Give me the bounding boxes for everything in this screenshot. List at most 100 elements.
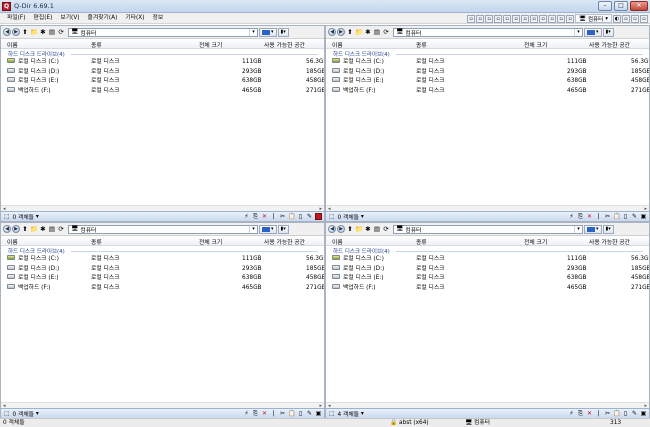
pane-menu-button[interactable]: ▮▾ <box>602 27 614 37</box>
group-header[interactable]: 하드 디스크 드라이브(4) <box>326 247 649 255</box>
col-type[interactable]: 종류 <box>91 237 102 246</box>
new-folder-icon[interactable]: ✱ <box>39 225 47 233</box>
pane-options-icon[interactable]: ▣ <box>315 410 322 417</box>
delete-icon[interactable]: ✕ <box>586 213 593 220</box>
layout-10-icon[interactable]: ▫ <box>548 14 557 23</box>
chevron-down-icon[interactable]: ▾ <box>249 28 257 36</box>
forward-icon[interactable]: ▶ <box>12 225 20 233</box>
col-total[interactable]: 전체 크기 <box>199 237 222 246</box>
filter-icon[interactable]: ⚡ <box>568 410 575 417</box>
refresh-icon[interactable]: ⟳ <box>382 225 390 233</box>
maximize-button[interactable]: □ <box>614 1 628 11</box>
filter-icon[interactable]: ⚡ <box>243 213 250 220</box>
col-total[interactable]: 전체 크기 <box>199 40 222 49</box>
group-header[interactable]: 하드 디스크 드라이브(4) <box>1 247 324 255</box>
chevron-down-icon[interactable]: ▾ <box>34 214 39 220</box>
table-row[interactable]: 로컬 디스크 (C:) 로컬 디스크 111GB 56.3GB <box>1 255 324 265</box>
edit-icon[interactable]: ✎ <box>631 410 638 417</box>
layout-9-icon[interactable]: ▫ <box>539 14 548 23</box>
chevron-down-icon[interactable]: ▾ <box>359 214 364 220</box>
pane-options-icon[interactable]: ▣ <box>640 213 647 220</box>
table-row[interactable]: 로컬 디스크 (D:) 로컬 디스크 293GB 185GB <box>1 67 324 78</box>
paste-icon[interactable]: 📋 <box>613 410 620 417</box>
col-name[interactable]: 이름 <box>332 40 343 49</box>
layout-3-icon[interactable]: ▫ <box>485 14 494 23</box>
group-header[interactable]: 하드 디스크 드라이브(4) <box>1 50 324 58</box>
menu-view[interactable]: 보기(V) <box>56 13 83 24</box>
table-row[interactable]: 로컬 디스크 (D:) 로컬 디스크 293GB 185GB <box>1 264 324 275</box>
extra-2-icon[interactable]: ▫ <box>631 14 639 23</box>
chevron-down-icon[interactable]: ▾ <box>34 411 39 417</box>
menu-favorites[interactable]: 즐겨찾기(A) <box>84 13 122 24</box>
col-name[interactable]: 이름 <box>7 40 18 49</box>
refresh-icon[interactable]: ⟳ <box>382 28 390 36</box>
table-row[interactable]: 로컬 디스크 (D:) 로컬 디스크 293GB 185GB <box>326 67 649 78</box>
layout-4-icon[interactable]: ▫ <box>494 14 503 23</box>
table-row[interactable]: 로컬 디스크 (C:) 로컬 디스크 111GB 56.3GB <box>326 255 649 265</box>
col-total[interactable]: 전체 크기 <box>524 40 547 49</box>
view-toggle-button[interactable]: ▾ <box>584 27 602 37</box>
menu-file[interactable]: 파일(F) <box>3 13 30 24</box>
copy-icon[interactable]: ⎘ <box>252 213 259 220</box>
layout-2-icon[interactable]: ▫ <box>476 14 485 23</box>
minimize-button[interactable]: – <box>598 1 612 11</box>
up-folder-icon[interactable]: ⬆ <box>21 28 29 36</box>
delete-icon[interactable]: ✕ <box>586 410 593 417</box>
layout-7-icon[interactable]: ▫ <box>521 14 530 23</box>
edit-icon[interactable]: ✎ <box>306 213 313 220</box>
cut-icon[interactable]: ✂ <box>279 410 286 417</box>
col-type[interactable]: 종류 <box>91 40 102 49</box>
paste-icon[interactable]: 📋 <box>613 213 620 220</box>
layout-12-icon[interactable]: ▫ <box>566 14 575 23</box>
address-bar[interactable]: 🖥 컴퓨터 ▾ <box>68 224 258 234</box>
layout-1-icon[interactable]: ▫ <box>467 14 476 23</box>
view-toggle-button[interactable]: ▾ <box>259 224 277 234</box>
file-icon[interactable]: ▯ <box>622 213 629 220</box>
folder-icon[interactable]: 📁 <box>355 225 363 233</box>
table-row[interactable]: 백업하드 (F:) 로컬 디스크 465GB 271GB <box>326 86 649 97</box>
layout-8-icon[interactable]: ▫ <box>530 14 539 23</box>
up-folder-icon[interactable]: ⬆ <box>21 225 29 233</box>
folder-icon[interactable]: 📁 <box>30 28 38 36</box>
file-icon[interactable]: ▯ <box>622 410 629 417</box>
back-icon[interactable]: ◀ <box>328 225 336 233</box>
group-header[interactable]: 하드 디스크 드라이브(4) <box>326 50 649 58</box>
table-row[interactable]: 백업하드 (F:) 로컬 디스크 465GB 271GB <box>326 283 649 294</box>
address-bar[interactable]: 🖥 컴퓨터 ▾ <box>393 224 583 234</box>
col-free[interactable]: 사용 가능한 공간 <box>589 237 630 246</box>
forward-icon[interactable]: ▶ <box>337 225 345 233</box>
copy-icon[interactable]: ⎘ <box>252 410 259 417</box>
forward-icon[interactable]: ▶ <box>337 28 345 36</box>
folder-icon[interactable]: 📁 <box>355 28 363 36</box>
new-folder-icon[interactable]: ✱ <box>364 28 372 36</box>
col-free[interactable]: 사용 가능한 공간 <box>589 40 630 49</box>
menu-extras[interactable]: 기타(X) <box>121 13 148 24</box>
view-mode-icon[interactable]: ▤ <box>373 28 381 36</box>
up-folder-icon[interactable]: ⬆ <box>346 225 354 233</box>
chevron-down-icon[interactable]: ▾ <box>574 28 582 36</box>
refresh-icon[interactable]: ⟳ <box>57 225 65 233</box>
col-name[interactable]: 이름 <box>332 237 343 246</box>
folder-icon[interactable]: 📁 <box>30 225 38 233</box>
address-bar[interactable]: 🖥 컴퓨터 ▾ <box>68 27 258 37</box>
extra-3-icon[interactable]: ▫ <box>640 14 648 23</box>
edit-icon[interactable]: ✎ <box>631 213 638 220</box>
close-button[interactable]: ✕ <box>630 1 648 11</box>
table-row[interactable]: 백업하드 (F:) 로컬 디스크 465GB 271GB <box>1 283 324 294</box>
col-name[interactable]: 이름 <box>7 237 18 246</box>
view-mode-icon[interactable]: ▤ <box>48 28 56 36</box>
chevron-down-icon[interactable]: ▾ <box>574 225 582 233</box>
view-mode-icon[interactable]: ▤ <box>373 225 381 233</box>
layout-6-icon[interactable]: ▫ <box>512 14 521 23</box>
theme-icon[interactable]: ◐ <box>613 14 621 23</box>
file-icon[interactable]: ▯ <box>297 410 304 417</box>
back-icon[interactable]: ◀ <box>3 28 11 36</box>
col-free[interactable]: 사용 가능한 공간 <box>264 237 305 246</box>
pane-menu-button[interactable]: ▮▾ <box>277 27 289 37</box>
back-icon[interactable]: ◀ <box>328 28 336 36</box>
cut-icon[interactable]: ✂ <box>604 213 611 220</box>
view-mode-icon[interactable]: ▤ <box>48 225 56 233</box>
up-folder-icon[interactable]: ⬆ <box>346 28 354 36</box>
cut-icon[interactable]: ✂ <box>279 213 286 220</box>
copy-icon[interactable]: ⎘ <box>577 213 584 220</box>
